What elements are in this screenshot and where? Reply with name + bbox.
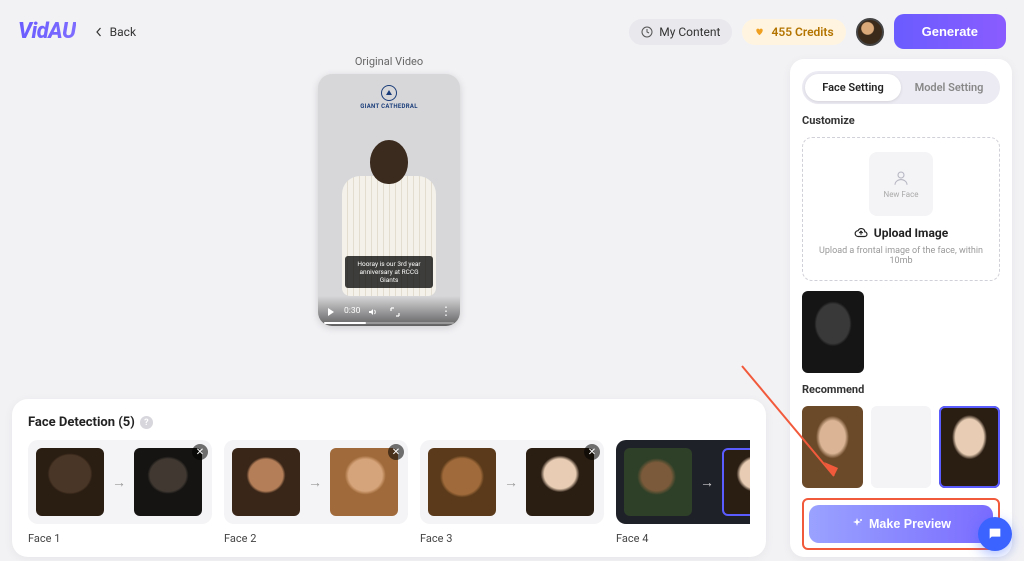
make-preview-button[interactable]: Make Preview — [809, 505, 993, 543]
source-face — [624, 448, 692, 516]
video-time: 0:30 — [344, 306, 360, 316]
new-face-tile[interactable]: New Face — [869, 152, 933, 216]
recommend-label: Recommend — [802, 383, 1000, 396]
fullscreen-icon[interactable] — [390, 302, 400, 321]
chat-button[interactable] — [978, 517, 1012, 551]
close-icon[interactable]: ✕ — [192, 444, 208, 460]
upload-image-button[interactable]: Upload Image — [813, 226, 989, 240]
source-face — [232, 448, 300, 516]
my-content-button[interactable]: My Content — [629, 19, 732, 45]
chevron-left-icon — [94, 27, 104, 37]
close-icon[interactable]: ✕ — [584, 444, 600, 460]
credits-label: 455 Credits — [771, 25, 833, 39]
face-pair-1[interactable]: → ✕ — [28, 440, 212, 524]
back-label: Back — [110, 25, 136, 39]
heart-icon — [754, 26, 765, 37]
recommend-thumb-2[interactable] — [871, 406, 932, 488]
swap-arrow-icon: → — [110, 474, 128, 491]
target-face — [134, 448, 202, 516]
help-icon[interactable]: ? — [140, 416, 153, 429]
face-label: Face 4 — [616, 532, 750, 545]
back-button[interactable]: Back — [94, 25, 136, 39]
upload-hint: Upload a frontal image of the face, with… — [813, 246, 989, 266]
face-label: Face 2 — [224, 532, 408, 545]
swap-arrow-icon: → — [306, 474, 324, 491]
chat-icon — [987, 526, 1003, 542]
customize-thumb[interactable] — [802, 291, 864, 373]
face-pair-2[interactable]: → ✕ — [224, 440, 408, 524]
avatar[interactable] — [856, 18, 884, 46]
source-face — [36, 448, 104, 516]
video-brand: GIANT CATHEDRAL — [318, 103, 460, 110]
target-face — [526, 448, 594, 516]
sparkle-icon — [851, 518, 863, 530]
video-player[interactable]: GIANT CATHEDRAL Hooray is our 3rd year a… — [318, 74, 460, 326]
generate-button[interactable]: Generate — [894, 14, 1006, 49]
logo[interactable]: VidAU — [18, 19, 76, 44]
target-face — [722, 448, 750, 516]
swap-arrow-icon: → — [698, 474, 716, 491]
settings-sidebar: Face Setting Model Setting Customize New… — [790, 59, 1012, 557]
credits-pill[interactable]: 455 Credits — [742, 19, 845, 45]
brand-badge-icon — [381, 85, 397, 101]
volume-icon[interactable] — [368, 302, 378, 321]
recommend-thumb-1[interactable] — [802, 406, 863, 488]
more-icon[interactable]: ⋮ — [440, 304, 452, 318]
tab-switch: Face Setting Model Setting — [802, 71, 1000, 104]
face-detection-title: Face Detection (5) — [28, 415, 135, 430]
source-face — [428, 448, 496, 516]
play-icon[interactable] — [326, 302, 336, 321]
person-icon — [892, 169, 910, 187]
make-preview-highlight: Make Preview — [802, 498, 1000, 550]
tab-model-setting[interactable]: Model Setting — [901, 74, 997, 101]
new-face-label: New Face — [883, 190, 918, 199]
video-progress[interactable] — [324, 322, 454, 324]
target-face — [330, 448, 398, 516]
original-video-label: Original Video — [355, 55, 423, 68]
face-label: Face 1 — [28, 532, 212, 545]
tab-face-setting[interactable]: Face Setting — [805, 74, 901, 101]
clock-icon — [641, 26, 653, 38]
customize-label: Customize — [802, 114, 1000, 127]
upload-box[interactable]: New Face Upload Image Upload a frontal i… — [802, 137, 1000, 281]
my-content-label: My Content — [659, 25, 720, 39]
face-detection-panel: Face Detection (5) ? → ✕ Face 1 → — [12, 399, 766, 557]
close-icon[interactable]: ✕ — [388, 444, 404, 460]
video-caption: Hooray is our 3rd year anniversary at RC… — [345, 256, 433, 288]
swap-arrow-icon: → — [502, 474, 520, 491]
face-pair-4[interactable]: → — [616, 440, 750, 524]
face-pair-3[interactable]: → ✕ — [420, 440, 604, 524]
cloud-upload-icon — [854, 226, 868, 240]
recommend-thumb-3[interactable] — [939, 406, 1000, 488]
face-label: Face 3 — [420, 532, 604, 545]
